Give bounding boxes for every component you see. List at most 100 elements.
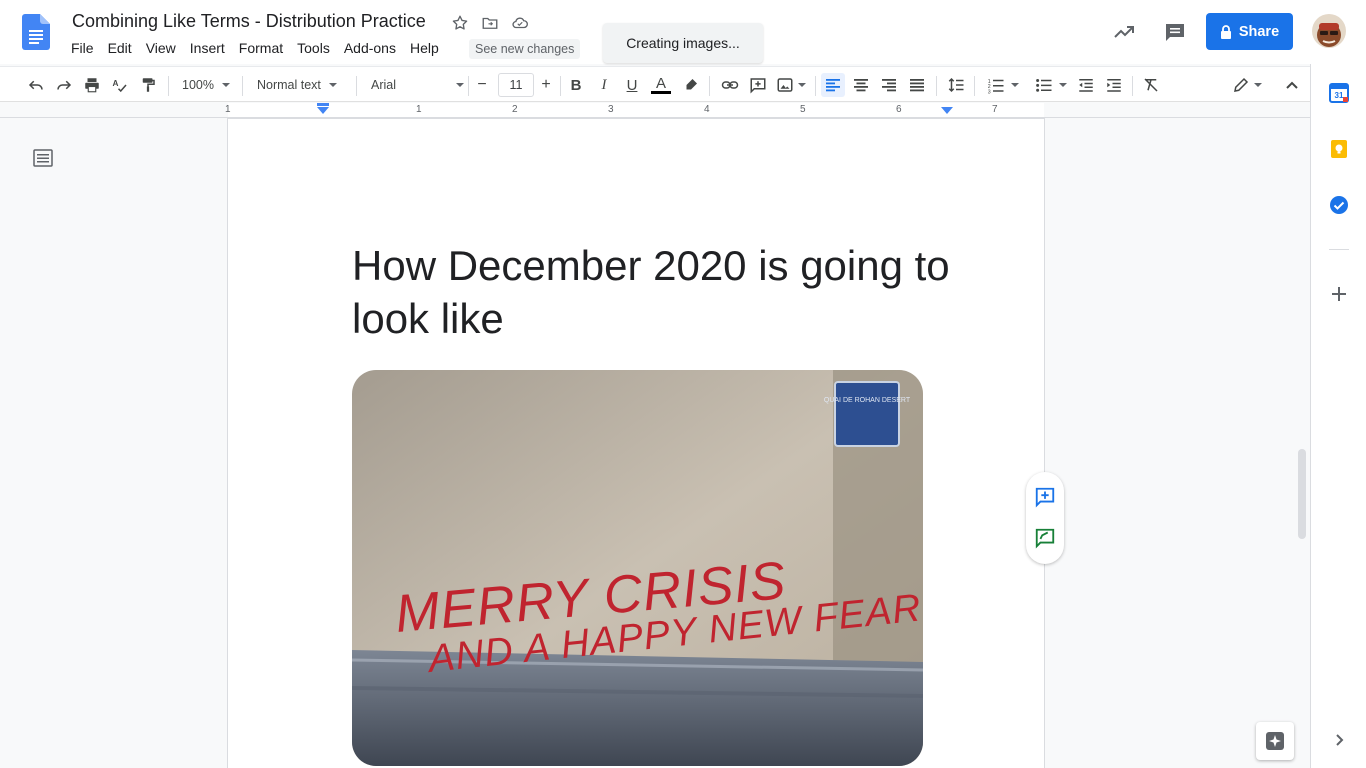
numbered-list-icon[interactable]: 123: [982, 73, 1024, 97]
collapse-menus-icon[interactable]: [1280, 73, 1304, 97]
creating-images-toast: Creating images...: [603, 23, 763, 63]
toolbar-divider: [709, 76, 710, 96]
toolbar-divider: [974, 76, 975, 96]
right-indent-marker-icon[interactable]: [940, 105, 954, 117]
calendar-day: 31: [1335, 91, 1344, 100]
avatar[interactable]: [1312, 14, 1346, 48]
ruler-number: 5: [800, 104, 806, 115]
chevron-down-icon: [1011, 83, 1019, 87]
ruler-number: 6: [896, 104, 902, 115]
increase-font-size-button[interactable]: +: [536, 73, 556, 97]
ruler-number: 4: [704, 104, 710, 115]
decrease-font-size-button[interactable]: −: [472, 73, 492, 97]
star-icon[interactable]: [449, 12, 471, 34]
see-new-changes-link[interactable]: See new changes: [469, 39, 581, 59]
side-panel-divider: [1329, 249, 1349, 250]
street-sign-text: QUAI DE ROHAN DESERT: [824, 397, 911, 404]
svg-text:A: A: [113, 79, 119, 88]
calendar-icon[interactable]: 31: [1329, 83, 1349, 103]
chevron-right-icon[interactable]: [1329, 730, 1349, 750]
print-icon[interactable]: [80, 73, 104, 97]
zoom-select[interactable]: 100%: [176, 73, 236, 97]
meme-image[interactable]: QUAI DE ROHAN DESERT MERRY CRISIS AND A …: [352, 370, 923, 766]
clear-formatting-icon[interactable]: [1139, 73, 1163, 97]
font-size-input[interactable]: 11: [498, 73, 534, 97]
zoom-value: 100%: [182, 78, 214, 92]
italic-icon[interactable]: I: [593, 73, 615, 97]
bulleted-list-icon[interactable]: [1030, 73, 1072, 97]
bold-icon[interactable]: B: [565, 73, 587, 97]
insert-link-icon[interactable]: [718, 73, 742, 97]
get-addons-plus-icon[interactable]: [1329, 284, 1349, 304]
paint-format-icon[interactable]: [136, 73, 160, 97]
menu-insert[interactable]: Insert: [183, 38, 232, 58]
side-panel: 31: [1310, 64, 1366, 768]
chevron-down-icon: [1254, 83, 1262, 87]
insert-image-icon[interactable]: [774, 73, 808, 97]
app-header: Combining Like Terms - Distribution Prac…: [0, 0, 1366, 64]
keep-icon[interactable]: [1329, 139, 1349, 159]
move-folder-icon[interactable]: [479, 12, 501, 34]
vertical-scrollbar-thumb[interactable]: [1298, 449, 1306, 539]
left-indent-marker-icon[interactable]: [316, 103, 330, 117]
add-comment-icon[interactable]: [1034, 486, 1056, 508]
ruler-number: 1: [416, 104, 422, 115]
add-comment-icon[interactable]: [746, 73, 770, 97]
suggest-edits-icon[interactable]: [1034, 527, 1056, 549]
horizontal-ruler[interactable]: 1 1 2 3 4 5 6 7: [0, 103, 1310, 118]
menu-file[interactable]: File: [64, 38, 101, 58]
chevron-down-icon: [221, 83, 230, 87]
underline-icon[interactable]: U: [621, 73, 643, 97]
menu-bar: File Edit View Insert Format Tools Add-o…: [64, 38, 446, 58]
ruler-number: 7: [992, 104, 998, 115]
highlight-color-icon[interactable]: [679, 73, 703, 97]
tasks-icon[interactable]: [1329, 195, 1349, 215]
share-button[interactable]: Share: [1206, 13, 1293, 50]
toolbar-divider: [815, 76, 816, 96]
align-center-icon[interactable]: [849, 73, 873, 97]
menu-edit[interactable]: Edit: [101, 38, 139, 58]
editing-toolbar: A 100% Normal text Arial − 11 + B I U A: [0, 66, 1310, 102]
paragraph-style-value: Normal text: [257, 78, 321, 92]
text-color-icon[interactable]: A: [649, 73, 673, 97]
explore-star-icon: [1266, 732, 1284, 750]
editing-mode-icon[interactable]: [1228, 73, 1266, 97]
toolbar-divider: [168, 76, 169, 96]
text-color-bar: [651, 91, 671, 94]
explore-button[interactable]: [1256, 722, 1294, 760]
document-title[interactable]: Combining Like Terms - Distribution Prac…: [72, 11, 426, 32]
align-right-icon[interactable]: [877, 73, 901, 97]
menu-tools[interactable]: Tools: [290, 38, 337, 58]
redo-icon[interactable]: [52, 73, 76, 97]
toolbar-divider: [936, 76, 937, 96]
line-spacing-icon[interactable]: [944, 73, 968, 97]
increase-indent-icon[interactable]: [1102, 73, 1126, 97]
menu-format[interactable]: Format: [232, 38, 290, 58]
document-outline-icon[interactable]: [33, 149, 53, 167]
document-page[interactable]: How December 2020 is going to look like …: [228, 119, 1044, 768]
toolbar-divider: [468, 76, 469, 96]
chevron-down-icon: [1059, 83, 1067, 87]
toolbar-divider: [560, 76, 561, 96]
paragraph-style-select[interactable]: Normal text: [250, 73, 350, 97]
undo-icon[interactable]: [24, 73, 48, 97]
ruler-page-band: [228, 103, 1044, 117]
menu-addons[interactable]: Add-ons: [337, 38, 403, 58]
comment-history-icon[interactable]: [1163, 20, 1187, 44]
share-button-label: Share: [1238, 23, 1280, 40]
spellcheck-icon[interactable]: A: [108, 73, 132, 97]
activity-trend-icon[interactable]: [1112, 20, 1136, 44]
cloud-status-icon[interactable]: [509, 12, 531, 34]
document-heading[interactable]: How December 2020 is going to look like: [352, 239, 952, 345]
decrease-indent-icon[interactable]: [1074, 73, 1098, 97]
toolbar-divider: [356, 76, 357, 96]
menu-view[interactable]: View: [139, 38, 183, 58]
toolbar-divider: [242, 76, 243, 96]
font-family-select[interactable]: Arial: [364, 73, 464, 97]
toolbar-divider: [1132, 76, 1133, 96]
align-left-icon[interactable]: [821, 73, 845, 97]
docs-logo-icon[interactable]: [22, 14, 50, 50]
lock-icon: [1220, 24, 1231, 39]
justify-icon[interactable]: [905, 73, 929, 97]
menu-help[interactable]: Help: [403, 38, 446, 58]
